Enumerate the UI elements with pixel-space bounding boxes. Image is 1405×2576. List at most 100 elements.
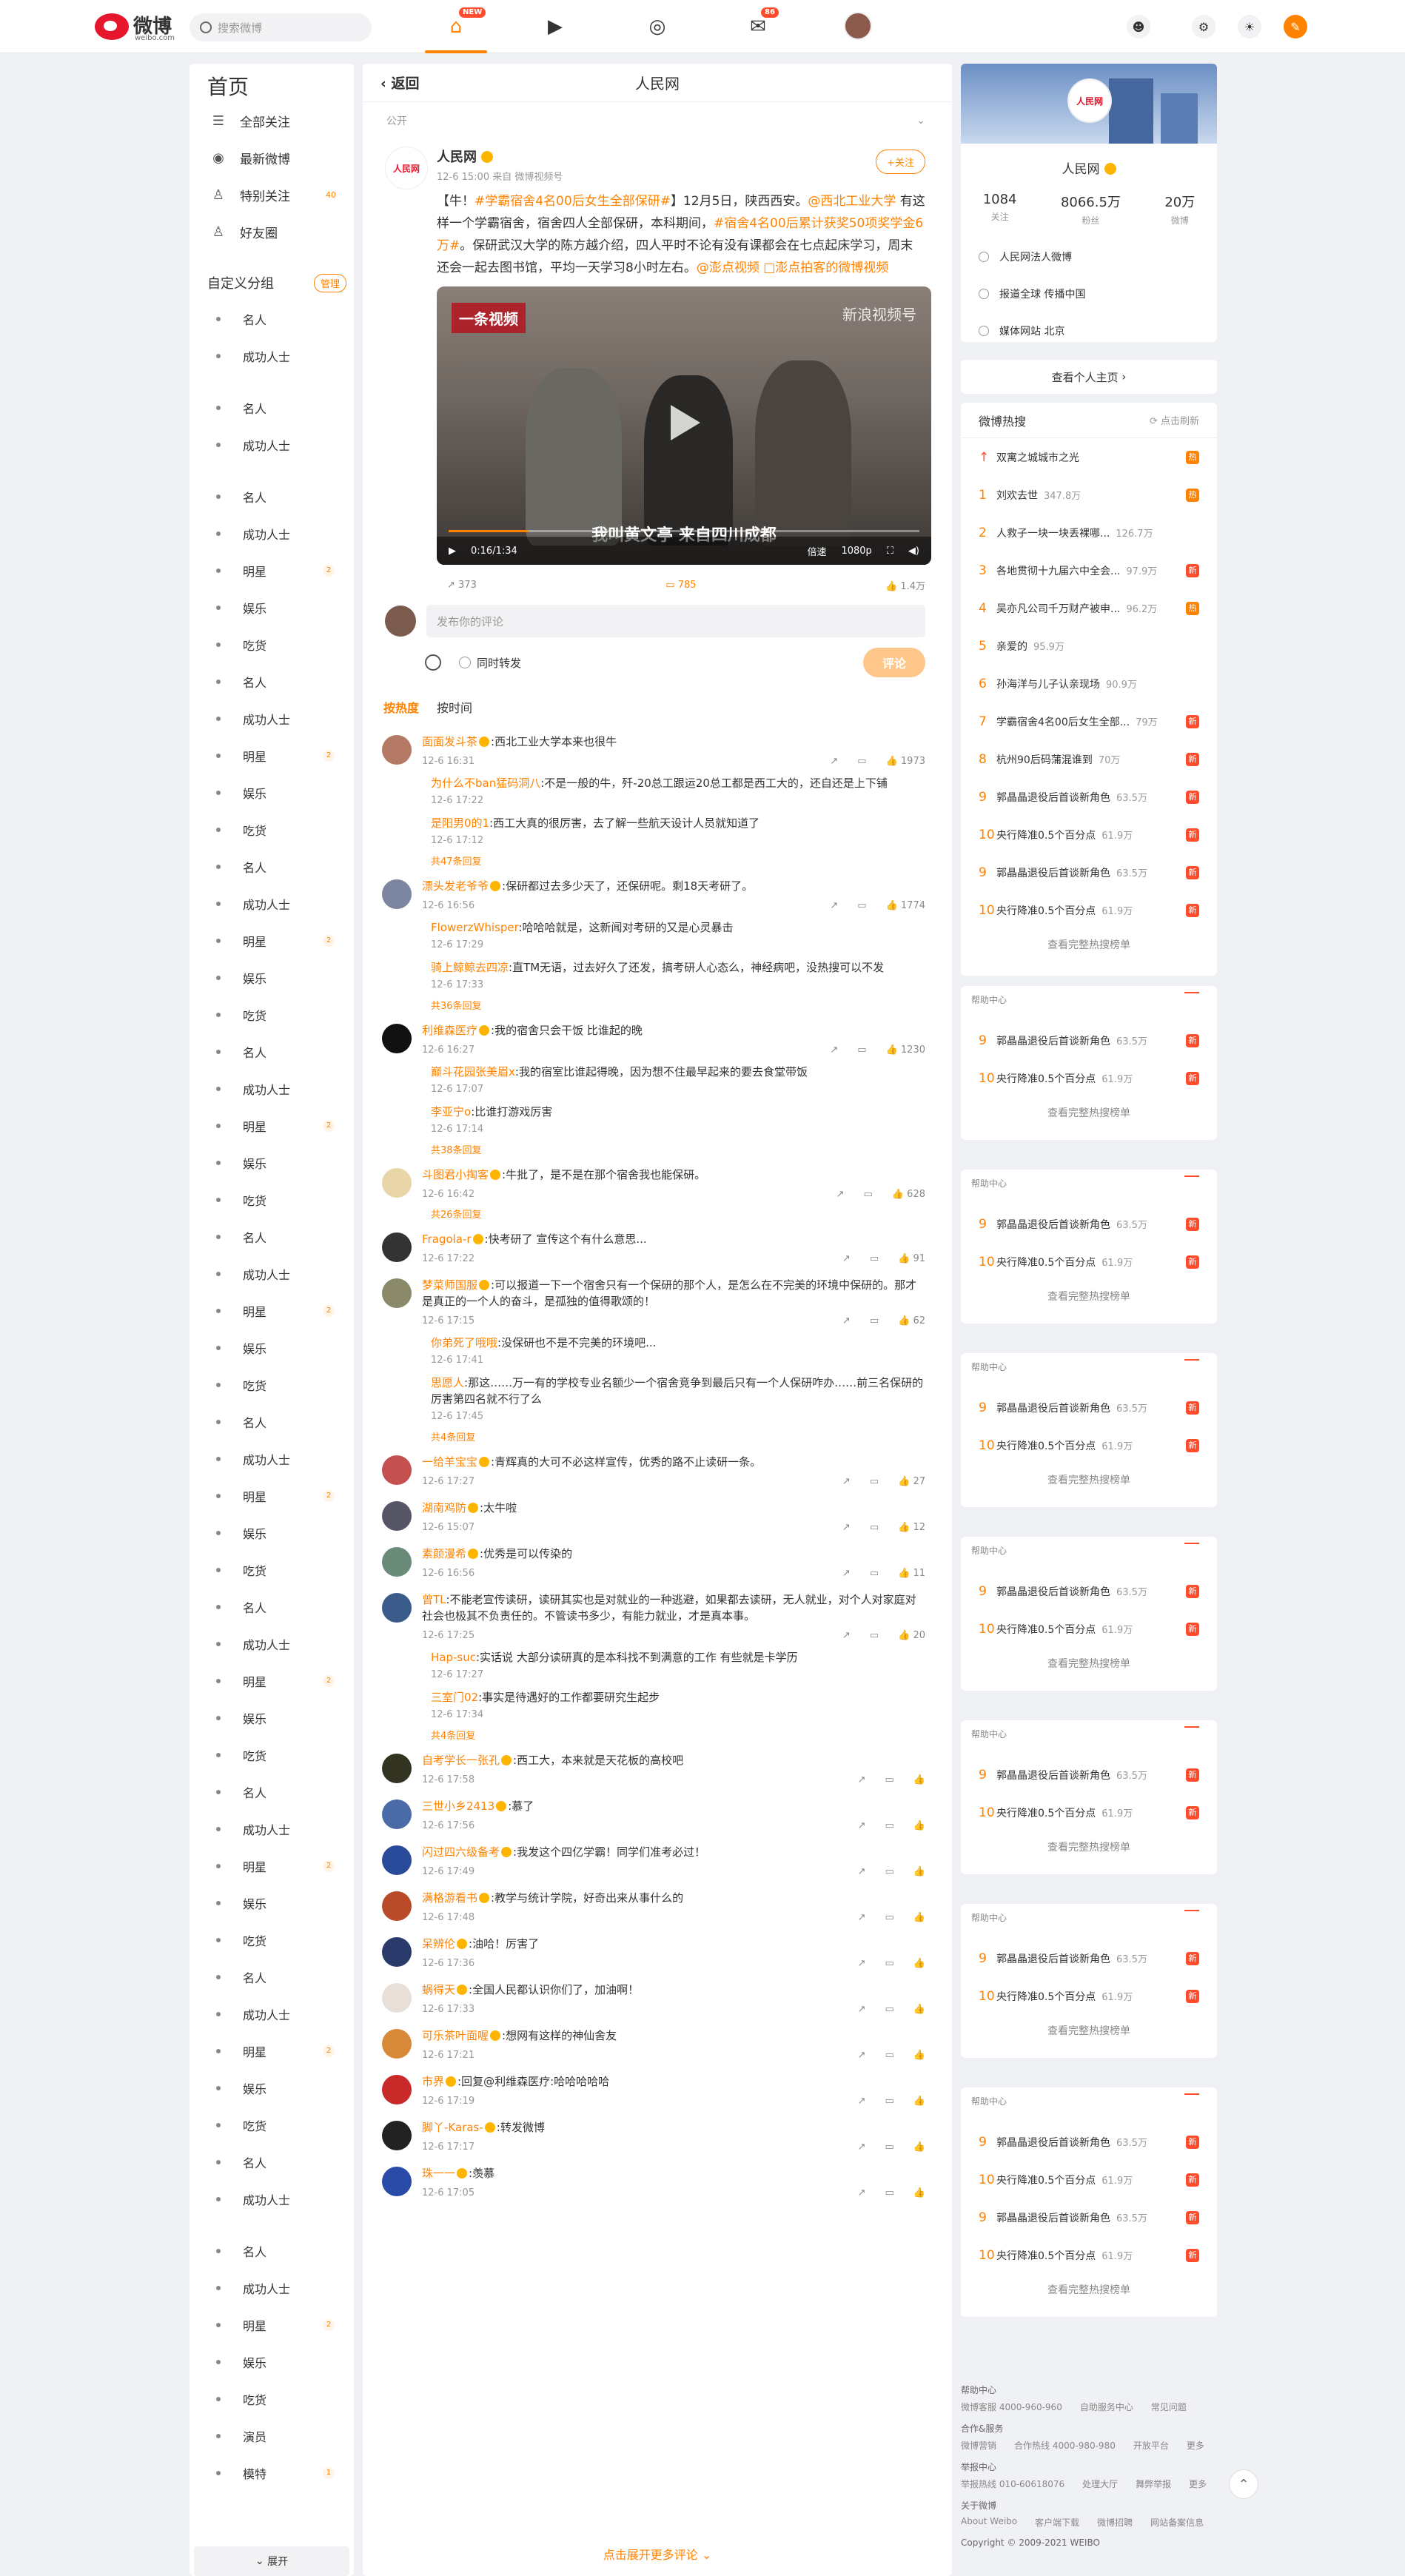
nav-hot-tab[interactable]: ◎ — [641, 10, 674, 43]
hot-search-more[interactable]: 查看完整热搜榜单 — [961, 2015, 1217, 2047]
group-item[interactable]: 娱乐 — [190, 959, 354, 996]
group-item[interactable]: 娱乐 — [190, 1700, 354, 1737]
post-link[interactable]: #学霸宿舍4名00后女生全部保研# — [475, 194, 671, 209]
group-item[interactable]: 娱乐 — [190, 589, 354, 626]
comment-avatar[interactable] — [382, 1983, 412, 2013]
group-item[interactable]: 娱乐 — [190, 1515, 354, 1552]
group-item[interactable]: 成功人士 — [190, 1255, 354, 1292]
group-item[interactable]: 吃货 — [190, 1366, 354, 1403]
hot-search-item[interactable]: 8 杭州90后码蒲混谁到 70万 新 — [961, 740, 1217, 778]
volume-icon[interactable]: ◀) — [908, 546, 919, 557]
hot-search-item[interactable]: 10 央行降准0.5个百分点 61.9万 新 — [961, 1059, 1217, 1097]
share-icon[interactable]: ↗ — [858, 2004, 866, 2015]
comment-avatar[interactable] — [382, 1754, 412, 1783]
share-icon[interactable]: ↗ — [830, 1044, 838, 1056]
hot-search-more[interactable]: 查看完整热搜榜单 — [961, 2274, 1217, 2307]
like-button[interactable]: 👍 — [913, 2187, 925, 2198]
hot-search-item[interactable]: ↑ 双寓之城城市之光 热 — [961, 438, 1217, 476]
group-item[interactable]: 明星 2 — [190, 737, 354, 774]
like-button[interactable]: 👍 — [913, 2004, 925, 2015]
more-replies-link[interactable]: 共4条回复 — [431, 1728, 925, 1742]
hot-search-more[interactable]: 查看完整热搜榜单 — [961, 1648, 1217, 1680]
like-button[interactable]: 👍 62 — [898, 1315, 925, 1326]
hot-search-item[interactable]: 9 郭晶晶退役后首谈新角色 63.5万 新 — [961, 1756, 1217, 1794]
group-item[interactable]: 吃货 — [190, 1181, 354, 1218]
video-progress[interactable] — [449, 530, 919, 532]
hot-search-item[interactable]: 9 郭晶晶退役后首谈新角色 63.5万 新 — [961, 853, 1217, 891]
hot-search-more[interactable]: 查看完整热搜榜单 — [961, 1464, 1217, 1497]
share-icon[interactable]: ↗ — [842, 1522, 851, 1533]
hot-search-more[interactable]: 查看完整热搜榜单 — [961, 929, 1217, 962]
footer-link[interactable]: 开放平台 — [1133, 2439, 1169, 2452]
share-icon[interactable]: ↗ — [842, 1630, 851, 1641]
comment-author[interactable]: 呆辨伦 — [422, 1937, 455, 1951]
comment-author[interactable]: Fragola-r — [422, 1232, 472, 1246]
like-button[interactable]: 👍 — [913, 2141, 925, 2153]
profile-name[interactable]: 人民网 — [961, 158, 1217, 177]
group-item[interactable]: 吃货 — [190, 2107, 354, 2144]
reply-icon[interactable]: ▭ — [870, 1253, 879, 1264]
group-item[interactable]: 明星 2 — [190, 922, 354, 959]
profile-stat[interactable]: 8066.5万 粉丝 — [1061, 192, 1121, 227]
visibility-bar[interactable]: 公开 ⌄ — [363, 102, 952, 139]
group-item[interactable]: 名人 — [190, 1774, 354, 1811]
reply-author[interactable]: 你弟死了哦哦 — [431, 1336, 497, 1349]
comment-author[interactable]: 湖南鸡防 — [422, 1501, 466, 1515]
video-player[interactable]: 一条视频 新浪视频号 我叫黄文亭 来自四川成都 ▶ 0:16/1:34 倍速 1… — [437, 286, 931, 565]
comment-author[interactable]: 梦菜师国服 — [422, 1278, 477, 1292]
reply-author[interactable]: 巅斗花园张美眉x — [431, 1065, 515, 1079]
footer-link[interactable]: 微博招聘 — [1097, 2516, 1133, 2529]
footer-link[interactable]: 客户端下载 — [1035, 2516, 1079, 2529]
reply-icon[interactable]: ▭ — [857, 756, 866, 767]
group-item[interactable]: 明星 2 — [190, 1292, 354, 1329]
reply-icon[interactable]: ▭ — [870, 1315, 879, 1326]
group-item[interactable]: 娱乐 — [190, 1885, 354, 1922]
compose-icon[interactable]: ✎ — [1284, 15, 1307, 38]
comment-avatar[interactable] — [382, 1024, 412, 1053]
hot-search-item[interactable]: 10 央行降准0.5个百分点 61.9万 新 — [961, 1794, 1217, 1831]
post-link[interactable]: @西北工业大学 — [808, 194, 896, 209]
hot-search-more[interactable]: 查看完整热搜榜单 — [961, 1281, 1217, 1313]
more-replies-link[interactable]: 共36条回复 — [431, 998, 925, 1012]
sidebar-item[interactable]: ♙ 好友圈 — [190, 213, 354, 250]
profile-stat[interactable]: 1084 关注 — [983, 192, 1017, 227]
hot-search-item[interactable]: 10 央行降准0.5个百分点 61.9万 新 — [961, 2161, 1217, 2198]
group-item[interactable]: 模特 1 — [190, 2455, 354, 2492]
reply-icon[interactable]: ▭ — [885, 2141, 894, 2153]
more-replies-link[interactable]: 共4条回复 — [431, 1429, 925, 1443]
group-item[interactable]: 娱乐 — [190, 1329, 354, 1366]
hot-search-item[interactable]: 9 郭晶晶退役后首谈新角色 63.5万 新 — [961, 1939, 1217, 1977]
comment-author[interactable]: 脚丫-Karas- — [422, 2121, 483, 2134]
back-to-top-button[interactable]: ⌃ — [1229, 2469, 1258, 2499]
comment-avatar[interactable] — [382, 1845, 412, 1875]
hot-search-item[interactable]: 9 郭晶晶退役后首谈新角色 63.5万 新 — [961, 1022, 1217, 1059]
group-item[interactable]: 成功人士 — [190, 700, 354, 737]
reply-author[interactable]: 李亚宁o — [431, 1105, 471, 1118]
group-item[interactable]: 娱乐 — [190, 1144, 354, 1181]
like-button[interactable]: 👍 — [913, 1958, 925, 1969]
hot-search-item[interactable]: 7 学霸宿舍4名00后女生全部... 79万 新 — [961, 702, 1217, 740]
group-item[interactable]: 名人 — [190, 1403, 354, 1440]
footer-link[interactable]: 舞弊举报 — [1136, 2478, 1171, 2490]
hot-search-item[interactable]: 4 吴亦凡公司千万财产被申... 96.2万 热 — [961, 589, 1217, 627]
group-item[interactable]: 娱乐 — [190, 2070, 354, 2107]
load-more-comments[interactable]: 点击展开更多评论 ⌄ — [363, 2545, 952, 2563]
comment-input[interactable]: 发布你的评论 — [426, 605, 925, 637]
group-item[interactable]: 明星 2 — [190, 1107, 354, 1144]
profile-stat[interactable]: 20万 微博 — [1164, 192, 1195, 227]
hot-search-item[interactable]: 9 郭晶晶退役后首谈新角色 63.5万 新 — [961, 1389, 1217, 1426]
comment-author[interactable]: 珠一一 — [422, 2167, 455, 2180]
hot-search-more[interactable]: 查看完整热搜榜单 — [961, 1831, 1217, 1864]
group-item[interactable]: 成功人士 — [190, 338, 354, 375]
reply-author[interactable]: FlowerzWhisper — [431, 921, 518, 934]
reply-icon[interactable]: ▭ — [870, 1476, 879, 1487]
like-button[interactable]: 👍 1774 — [886, 900, 925, 911]
comment-avatar[interactable] — [382, 1593, 412, 1623]
group-item[interactable]: 成功人士 — [190, 1996, 354, 2033]
group-item[interactable]: 明星 2 — [190, 552, 354, 589]
sidebar-item[interactable]: ♙ 特别关注 40 — [190, 176, 354, 213]
footer-link[interactable]: 更多 — [1187, 2439, 1204, 2452]
hot-search-item[interactable]: 10 央行降准0.5个百分点 61.9万 新 — [961, 816, 1217, 853]
reply-icon[interactable]: ▭ — [885, 2004, 894, 2015]
comment-avatar[interactable] — [382, 879, 412, 909]
